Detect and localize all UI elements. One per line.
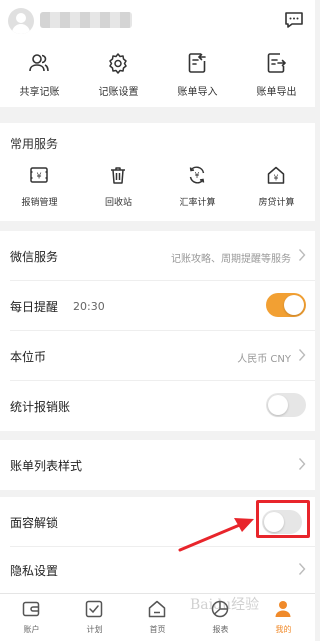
service-label: 报销管理 (21, 198, 58, 208)
service-label: 房贷计算 (258, 198, 295, 208)
toggle-knob (284, 295, 304, 315)
tab-mine[interactable]: 我的 (252, 594, 315, 641)
row-label: 面容解锁 (10, 516, 59, 530)
row-privacy-settings[interactable]: 隐私设置 (0, 547, 315, 593)
row-reimburse-stats[interactable]: 统计报销账 (0, 381, 315, 431)
quick-share-bookkeeping[interactable]: 共享记账 (0, 40, 79, 107)
trash-icon (111, 167, 125, 184)
reimburse-icon: ¥ (30, 167, 48, 183)
reimburse-stats-toggle[interactable] (266, 393, 306, 417)
quick-label: 账单导入 (177, 87, 218, 98)
annotation-arrow (178, 518, 254, 552)
annotation-highlight-box (256, 500, 310, 538)
wallet-icon (22, 601, 40, 617)
svg-text:¥: ¥ (274, 174, 279, 183)
chevron-right-icon (298, 349, 306, 361)
row-value: 记账攻略、周期提醒等服务 (171, 254, 291, 265)
chevron-right-icon (298, 458, 306, 470)
check-square-icon (85, 600, 103, 618)
chevron-right-icon (298, 249, 306, 261)
tab-plan[interactable]: 计划 (63, 594, 126, 641)
common-services: 常用服务 ¥ 报销管理 回收站 ¥ 汇率计算 ¥ 房贷计算 (0, 123, 315, 221)
watermark: Baidu经验 (190, 597, 260, 613)
row-wechat-service[interactable]: 微信服务 记账攻略、周期提醒等服务 (0, 231, 315, 281)
quick-label: 记账设置 (98, 87, 139, 98)
row-label: 微信服务 (10, 250, 59, 264)
row-label: 隐私设置 (10, 564, 59, 578)
header-bar (0, 0, 315, 40)
reminder-time[interactable]: 20:30 (73, 300, 105, 313)
quick-actions: 共享记账 记账设置 账单导入 账单导出 (0, 40, 315, 107)
section-title: 常用服务 (10, 137, 59, 151)
exchange-icon: ¥ (189, 166, 205, 184)
daily-reminder-toggle[interactable] (266, 293, 306, 317)
row-value: 人民币 CNY (237, 354, 291, 365)
users-icon (29, 54, 49, 72)
quick-label: 共享记账 (19, 87, 60, 98)
service-label: 汇率计算 (179, 198, 216, 208)
house-loan-icon: ¥ (267, 166, 285, 184)
svg-text:¥: ¥ (36, 172, 41, 181)
export-icon (267, 53, 287, 73)
username-blurred (40, 12, 132, 28)
row-label: 本位币 (10, 350, 47, 364)
service-recycle-bin[interactable]: 回收站 (79, 161, 158, 211)
chevron-right-icon (298, 563, 306, 575)
tab-label: 首页 (149, 625, 166, 634)
import-icon (188, 53, 206, 73)
service-mortgage-calc[interactable]: ¥ 房贷计算 (237, 161, 316, 211)
toggle-knob (268, 395, 288, 415)
person-icon (275, 601, 291, 617)
row-label: 每日提醒 (10, 300, 59, 314)
quick-bill-import[interactable]: 账单导入 (158, 40, 237, 107)
row-bill-list-style[interactable]: 账单列表样式 (0, 440, 315, 490)
quick-bookkeeping-settings[interactable]: 记账设置 (79, 40, 158, 107)
tab-account[interactable]: 账户 (0, 594, 63, 641)
gear-icon (109, 53, 127, 74)
tab-label: 我的 (275, 625, 292, 634)
row-label: 账单列表样式 (10, 459, 83, 473)
quick-label: 账单导出 (256, 87, 297, 98)
row-base-currency[interactable]: 本位币 人民币 CNY (0, 331, 315, 381)
message-icon[interactable] (284, 11, 304, 29)
tab-home[interactable]: 首页 (126, 594, 189, 641)
row-label: 统计报销账 (10, 400, 71, 414)
bottom-nav: 账户 计划 首页 报表 我的 (0, 593, 315, 641)
tab-label: 报表 (212, 625, 229, 634)
tab-label: 账户 (23, 625, 40, 634)
service-reimburse[interactable]: ¥ 报销管理 (0, 161, 79, 211)
row-daily-reminder[interactable]: 每日提醒 20:30 (0, 281, 315, 331)
tab-label: 计划 (86, 625, 103, 634)
service-label: 回收站 (104, 198, 132, 208)
service-exchange-calc[interactable]: ¥ 汇率计算 (158, 161, 237, 211)
avatar[interactable] (8, 8, 34, 34)
quick-bill-export[interactable]: 账单导出 (237, 40, 316, 107)
home-icon (148, 600, 166, 618)
svg-text:¥: ¥ (195, 171, 200, 180)
